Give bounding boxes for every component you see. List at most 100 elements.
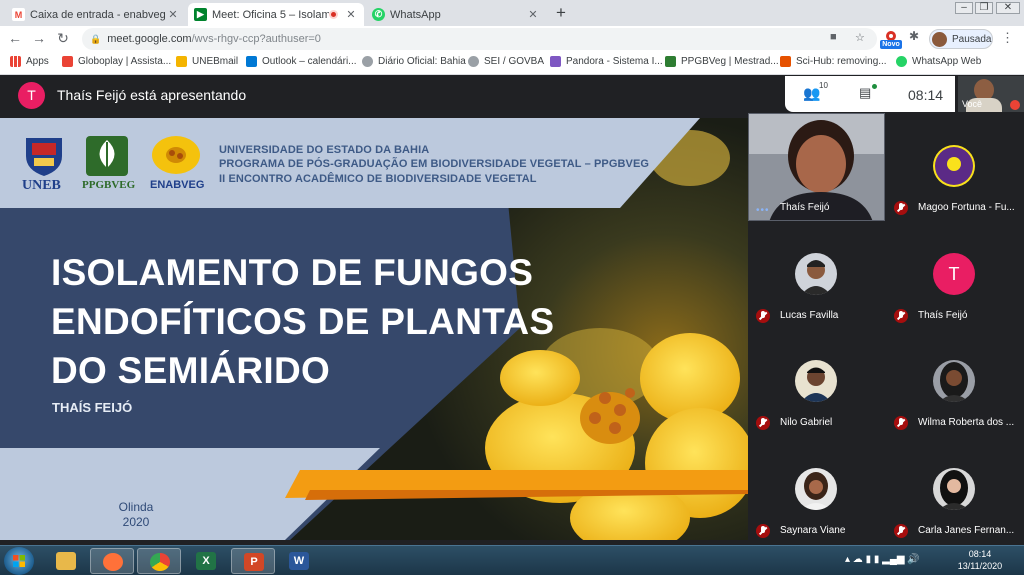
bookmark-ppgbveg[interactable]: PPGBVeg | Mestrad... xyxy=(665,56,779,67)
slide-header-line: II ENCONTRO ACADÊMICO DE BIODIVERSIDADE … xyxy=(219,173,537,185)
meeting-clock: 08:14 xyxy=(908,87,944,103)
ppgbveg-logo: PPGBVEG xyxy=(82,134,135,191)
taskbar-chrome[interactable] xyxy=(137,548,181,574)
extension-novo[interactable]: Novo xyxy=(880,30,902,50)
bookmark-globoplay[interactable]: Globoplay | Assista... xyxy=(62,56,171,67)
participant-tile[interactable]: Magoo Fortuna - Fu... xyxy=(886,113,1024,221)
close-icon[interactable]: ✕ xyxy=(344,8,358,21)
self-view[interactable]: Você xyxy=(958,76,1024,112)
tab-meet[interactable]: ▶ Meet: Oficina 5 – Isolamento ✕ xyxy=(188,3,364,26)
participant-photo xyxy=(795,360,837,402)
close-icon[interactable]: ✕ xyxy=(526,8,540,21)
person-photo-icon xyxy=(801,367,831,402)
participant-tile[interactable]: Saynara Viane xyxy=(748,436,886,544)
taskbar-firefox[interactable] xyxy=(90,548,134,574)
taskbar-explorer[interactable] xyxy=(44,548,88,574)
participant-count: 10 xyxy=(819,81,828,90)
close-icon[interactable]: ✕ xyxy=(166,8,180,21)
participant-photo xyxy=(933,468,975,510)
address-bar[interactable]: 🔒 meet.google.com /wvs-rhgv-ccp?authuser… xyxy=(82,28,877,50)
forward-icon[interactable]: → xyxy=(30,30,48,46)
bookmark-outlook[interactable]: Outlook – calendári... xyxy=(246,56,357,67)
self-label: Você xyxy=(962,99,983,109)
tab-whatsapp[interactable]: ✆ WhatsApp ✕ xyxy=(366,3,546,26)
chat-notification-dot xyxy=(872,84,877,89)
menu-icon[interactable]: ⋮ xyxy=(1001,30,1014,46)
mic-off-icon xyxy=(894,524,908,538)
globe-icon xyxy=(468,56,479,67)
mic-off-icon xyxy=(1010,100,1020,110)
taskbar-word[interactable]: W xyxy=(277,548,321,574)
mic-off-icon xyxy=(894,416,908,430)
bookmark-unebmail[interactable]: UNEBmail xyxy=(176,56,238,67)
participant-photo xyxy=(795,253,837,295)
participant-name: Carla Janes Fernan... xyxy=(918,525,1015,536)
presenter-avatar: T xyxy=(18,81,45,109)
windows-logo-icon xyxy=(13,555,25,567)
bookmark-apps[interactable]: Apps xyxy=(10,56,49,67)
ppgbveg-leaf-icon xyxy=(86,136,128,176)
participant-photo xyxy=(933,360,975,402)
participant-logo-avatar xyxy=(933,145,975,187)
taskbar-powerpoint[interactable]: P xyxy=(231,548,275,574)
start-button[interactable] xyxy=(4,547,34,575)
bookmark-star-icon[interactable]: ☆ xyxy=(855,31,865,44)
uneb-crest-icon xyxy=(26,138,62,176)
scihub-icon xyxy=(780,56,791,67)
minimize-icon[interactable]: – xyxy=(955,2,973,14)
participant-tile[interactable]: Nilo Gabriel xyxy=(748,328,886,436)
close-window-icon[interactable]: ✕ xyxy=(996,2,1020,14)
extensions-icon[interactable]: ✱ xyxy=(909,29,919,43)
slide-title-line: DO SEMIÁRIDO xyxy=(51,350,331,391)
people-icon[interactable]: 👥 xyxy=(803,85,820,102)
globoplay-icon xyxy=(62,56,73,67)
participant-name: Saynara Viane xyxy=(780,525,846,536)
reload-icon[interactable]: ↻ xyxy=(54,30,72,47)
bookmark-scihub[interactable]: Sci-Hub: removing... xyxy=(780,56,887,67)
system-tray[interactable]: ▴ ☁ ▮ ▮ ▂▄▆ 🔊 xyxy=(845,554,920,565)
new-tab-button[interactable]: + xyxy=(551,4,571,23)
bookmark-pandora[interactable]: Pandora - Sistema I... xyxy=(550,56,663,67)
participant-name: Thaís Feijó xyxy=(780,202,830,213)
mic-off-icon xyxy=(894,309,908,323)
participant-tile[interactable]: Lucas Favilla xyxy=(748,221,886,329)
presenting-text: Thaís Feijó está apresentando xyxy=(57,87,247,103)
mic-off-icon xyxy=(756,524,770,538)
tray-time: 08:14 xyxy=(968,549,992,559)
gmail-icon: M xyxy=(12,8,25,21)
meet-controls: 👥 10 ▤ 08:14 xyxy=(785,76,955,112)
pandora-icon xyxy=(550,56,561,67)
recording-icon xyxy=(329,10,338,19)
bookmark-whatsapp[interactable]: WhatsApp Web xyxy=(896,56,981,67)
participant-name: Magoo Fortuna - Fu... xyxy=(918,202,1015,213)
mic-off-icon xyxy=(756,309,770,323)
participant-name: Wilma Roberta dos ... xyxy=(918,417,1015,428)
bookmarks-bar: Apps Globoplay | Assista... UNEBmail Out… xyxy=(0,52,1024,75)
tab-title: Caixa de entrada - enabveg@gm xyxy=(30,8,166,21)
presenting-bar: T Thaís Feijó está apresentando xyxy=(0,76,785,114)
participant-tile[interactable]: T Thaís Feijó xyxy=(886,221,1024,329)
participant-tile[interactable]: ••• Thaís Feijó xyxy=(748,113,886,221)
chat-icon[interactable]: ▤ xyxy=(859,85,871,101)
participant-tile[interactable]: Wilma Roberta dos ... xyxy=(886,328,1024,436)
bookmark-diario[interactable]: Diário Oficial: Bahia xyxy=(362,56,466,67)
tray-clock[interactable]: 08:14 13/11/2020 xyxy=(955,548,1005,572)
participant-photo xyxy=(795,468,837,510)
restore-icon[interactable]: ❐ xyxy=(975,2,993,14)
word-icon: W xyxy=(289,552,309,570)
tab-gmail[interactable]: M Caixa de entrada - enabveg@gm ✕ xyxy=(6,3,186,26)
globe-icon xyxy=(362,56,373,67)
person-photo-icon xyxy=(939,470,969,510)
bookmark-sei[interactable]: SEI / GOVBA xyxy=(468,56,544,67)
profile-button[interactable]: Pausada xyxy=(929,29,993,49)
tab-title: Meet: Oficina 5 – Isolamento xyxy=(212,8,329,21)
back-icon[interactable]: ← xyxy=(6,30,24,46)
participant-tile[interactable]: Carla Janes Fernan... xyxy=(886,436,1024,544)
participant-initial-avatar: T xyxy=(933,253,975,295)
url-host: meet.google.com xyxy=(107,33,192,45)
slide-header-line: PROGRAMA DE PÓS-GRADUAÇÃO EM BIODIVERSID… xyxy=(219,158,650,170)
camera-icon[interactable]: ■ xyxy=(830,31,837,43)
tray-date: 13/11/2020 xyxy=(957,561,1003,571)
apps-icon xyxy=(10,56,21,67)
taskbar-excel[interactable]: X xyxy=(184,548,228,574)
